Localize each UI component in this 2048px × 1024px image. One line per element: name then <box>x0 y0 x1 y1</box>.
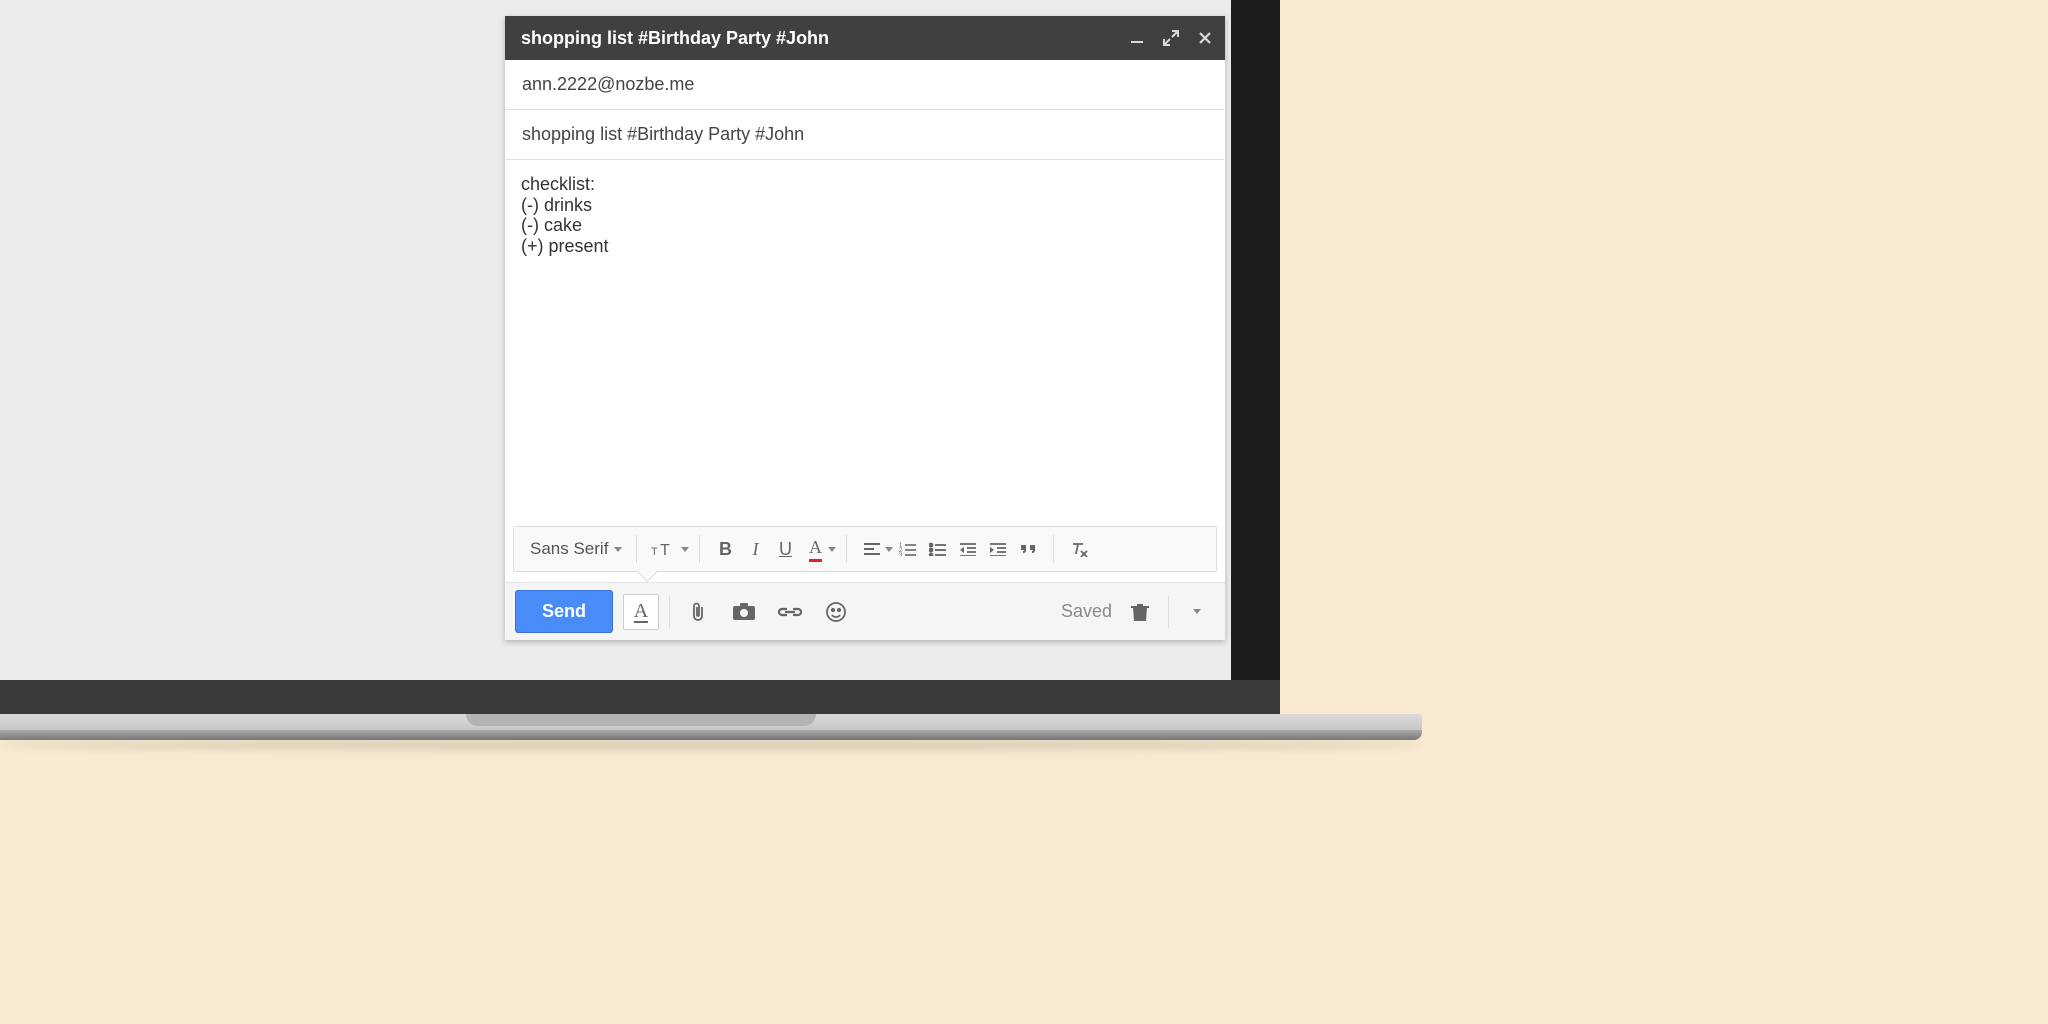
bottom-toolbar: Send A Saved <box>505 582 1225 640</box>
svg-text:T: T <box>651 546 658 558</box>
laptop-bezel-bottom <box>0 680 1280 714</box>
underline-button[interactable]: U <box>770 534 800 564</box>
italic-button[interactable]: I <box>740 534 770 564</box>
bold-button[interactable]: B <box>710 534 740 564</box>
insert-emoji-button[interactable] <box>818 594 854 630</box>
close-icon[interactable] <box>1197 30 1213 46</box>
subject-field-row[interactable] <box>506 110 1224 160</box>
separator <box>669 596 670 628</box>
compose-body[interactable]: checklist: (-) drinks (-) cake (+) prese… <box>505 160 1225 520</box>
separator <box>699 535 700 563</box>
text-color-button[interactable]: A <box>800 534 830 564</box>
insert-photo-button[interactable] <box>726 594 762 630</box>
laptop-bezel-right <box>1231 0 1280 680</box>
chevron-down-icon <box>681 547 689 552</box>
font-family-label: Sans Serif <box>530 539 608 559</box>
align-button[interactable] <box>857 534 887 564</box>
chevron-down-icon <box>828 547 836 552</box>
more-options-button[interactable] <box>1179 594 1215 630</box>
quote-button[interactable] <box>1013 534 1043 564</box>
body-line: (+) present <box>521 236 1209 257</box>
compose-window: shopping list #Birthday Party #John chec… <box>505 16 1225 640</box>
expand-icon[interactable] <box>1163 30 1179 46</box>
svg-text:T: T <box>660 542 670 558</box>
font-family-select[interactable]: Sans Serif <box>526 539 626 559</box>
discard-draft-button[interactable] <box>1122 594 1158 630</box>
attach-file-button[interactable] <box>680 594 716 630</box>
separator <box>1168 596 1169 628</box>
bullet-list-button[interactable] <box>923 534 953 564</box>
body-line: (-) cake <box>521 215 1209 236</box>
to-input[interactable] <box>522 74 1208 95</box>
compose-header: shopping list #Birthday Party #John <box>505 16 1225 60</box>
separator <box>846 535 847 563</box>
laptop-shadow <box>0 740 1422 750</box>
window-controls <box>1129 30 1213 46</box>
separator <box>1053 535 1054 563</box>
compose-title: shopping list #Birthday Party #John <box>521 28 1129 49</box>
subject-input[interactable] <box>522 124 1208 145</box>
remove-formatting-button[interactable] <box>1064 534 1094 564</box>
insert-link-button[interactable] <box>772 594 808 630</box>
formatting-toolbar: Sans Serif TT B I U A <box>513 526 1217 572</box>
formatting-toggle-button[interactable]: A <box>623 594 659 630</box>
to-field-row[interactable] <box>506 60 1224 110</box>
chevron-down-icon <box>1193 609 1201 614</box>
separator <box>636 535 637 563</box>
body-line: checklist: <box>521 174 1209 195</box>
laptop-trackpad-notch <box>466 714 816 726</box>
font-size-button[interactable]: TT <box>647 534 679 564</box>
body-line: (-) drinks <box>521 195 1209 216</box>
saved-status: Saved <box>1061 601 1112 622</box>
chevron-down-icon <box>885 547 893 552</box>
svg-text:3: 3 <box>899 553 903 556</box>
indent-more-button[interactable] <box>983 534 1013 564</box>
indent-less-button[interactable] <box>953 534 983 564</box>
numbered-list-button[interactable]: 123 <box>893 534 923 564</box>
chevron-down-icon <box>614 547 622 552</box>
send-button[interactable]: Send <box>515 590 613 633</box>
laptop-base-edge <box>0 730 1422 740</box>
minimize-icon[interactable] <box>1129 30 1145 46</box>
